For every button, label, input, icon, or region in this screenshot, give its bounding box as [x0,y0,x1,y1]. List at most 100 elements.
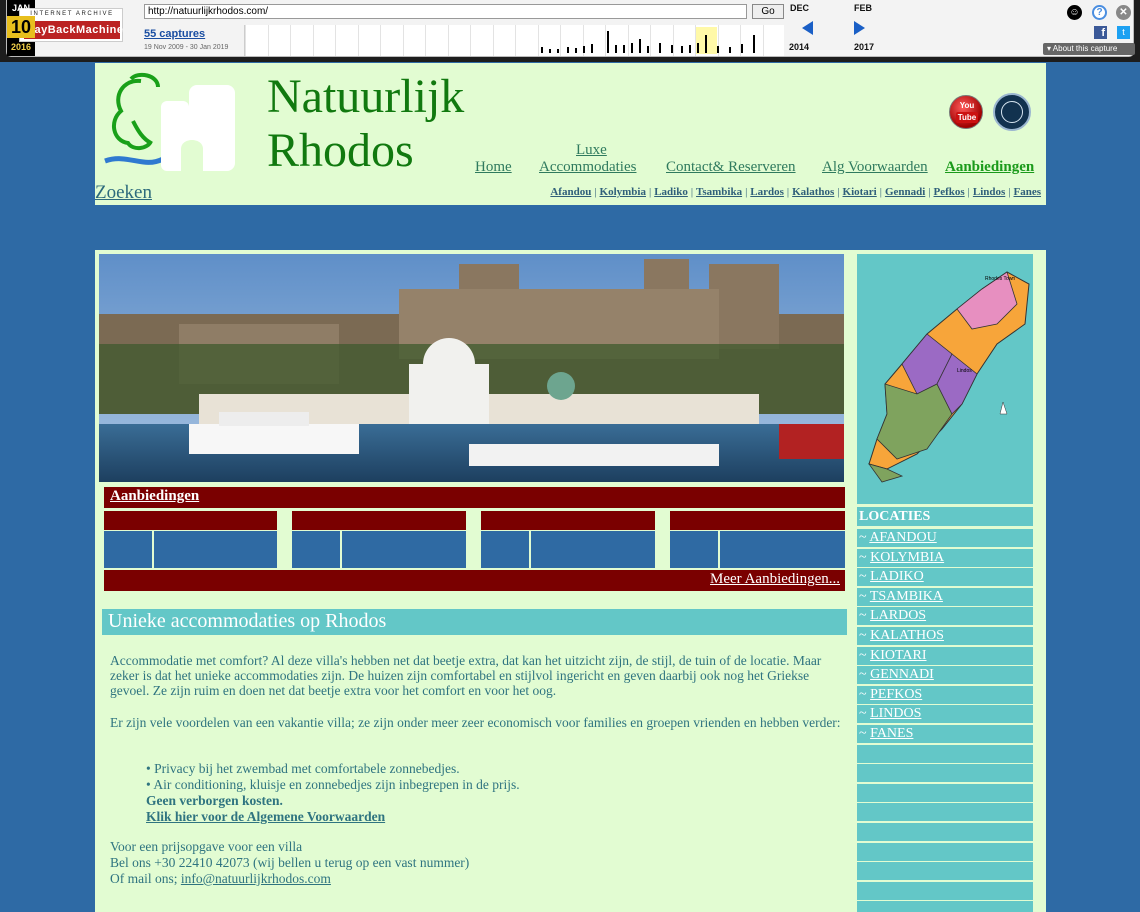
sparkline-gridline [470,25,471,56]
sidebar-item-ladiko[interactable]: ~ LADIKO [857,568,1033,586]
sidebar-item-lindos[interactable]: ~ LINDOS [857,705,1033,723]
subnav-separator: | [967,186,970,198]
subnav-link-ladiko[interactable]: Ladiko [654,186,688,198]
prev-capture-arrow-icon[interactable] [802,21,813,35]
sidebar-item-label: KOLYMBIA [870,550,945,565]
subnav-link-kalathos[interactable]: Kalathos [792,186,834,198]
meer-aanbiedingen-bar: Meer Aanbiedingen... [104,570,845,591]
subnav-link-tsambika[interactable]: Tsambika [696,186,742,198]
meer-aanbiedingen-link[interactable]: Meer Aanbiedingen... [710,571,840,588]
offer-header-4 [670,511,845,530]
sidebar-empty-row [857,745,1033,763]
sidebar-item-label: LARDOS [870,608,927,623]
offer-divider [340,531,342,568]
offer-card-2[interactable] [292,531,466,568]
facebook-icon[interactable]: f [1094,26,1107,39]
sparkline-gridline [290,25,291,56]
wayback-logo-bottom: WayBackMachine [24,21,123,39]
offer-card-1[interactable] [104,531,277,568]
section-heading-bar: Unieke accommodaties op Rhodos [102,609,847,635]
subnav-separator: | [594,186,597,198]
sidebar-item-prefix: ~ [859,569,871,584]
nav-accommodaties-link[interactable]: Accommodaties [539,159,636,176]
wayback-sparkline[interactable] [244,25,784,56]
wayback-prev-month[interactable]: DEC [790,3,809,13]
sparkline-gridline [267,25,269,56]
subnav-separator: | [690,186,694,198]
sparkline-tick [681,46,683,53]
about-capture-button[interactable]: ▾ About this capture [1043,43,1135,55]
terms-link[interactable]: Klik hier voor de Algemene Voorwaarden [146,809,881,824]
sidebar-item-tsambika[interactable]: ~ TSAMBIKA [857,588,1033,606]
rhodes-map-image[interactable]: Rhodes Town Lindos [857,254,1033,504]
email-link[interactable]: info@natuurlijkrhodos.com [181,871,331,886]
close-icon[interactable]: ✕ [1116,5,1131,20]
subnav-link-gennadi[interactable]: Gennadi [885,186,925,198]
subnav-link-kiotari[interactable]: Kiotari [843,186,877,198]
sparkline-tick [689,45,691,53]
locaties-heading: LOCATIES [857,507,1033,526]
sparkline-gridline [492,25,494,56]
nav-contact-link[interactable]: Contact& Reserveren [666,159,796,176]
sidebar-item-fanes[interactable]: ~ FANES [857,725,1033,743]
sidebar-item-kolymbia[interactable]: ~ KOLYMBIA [857,549,1033,567]
user-icon[interactable]: ☺ [1067,5,1082,20]
sidebar-item-prefix: ~ [859,628,871,643]
sidebar-item-label: LINDOS [870,706,922,721]
sparkline-gridline [425,25,426,56]
sidebar-item-gennadi[interactable]: ~ GENNADI [857,666,1033,684]
offer-card-3[interactable] [481,531,655,568]
offer-header-2 [292,511,466,530]
subnav-link-lindos[interactable]: Lindos [973,186,1005,198]
sparkline-tick [575,48,577,53]
sidebar-item-lardos[interactable]: ~ LARDOS [857,607,1033,625]
main-content: Aanbiedingen Meer Aanbiedingen... Unieke… [95,250,1046,912]
subnav-link-fanes[interactable]: Fanes [1014,186,1042,198]
sparkline-gridline [402,25,404,56]
benefits-paragraph: Er zijn vele voordelen van een vakantie … [110,715,841,730]
nav-alg-voorwaarden-link[interactable]: Alg Voorwaarden [822,159,928,176]
zoeken-link[interactable]: Zoeken [95,182,152,204]
next-capture-arrow-icon[interactable] [854,21,865,35]
offer-divider [152,531,154,568]
nav-home-link[interactable]: Home [475,159,512,176]
no-hidden-costs: Geen verborgen kosten. [146,793,283,808]
sparkline-tick [647,46,649,53]
aanbiedingen-title-link[interactable]: Aanbiedingen [110,488,199,505]
nav-aanbiedingen-link[interactable]: Aanbiedingen [945,159,1034,176]
sidebar-empty-row [857,803,1033,821]
wayback-captures-link[interactable]: 55 captures [144,28,205,40]
subnav-link-afandou[interactable]: Afandou [550,186,591,198]
section-heading: Unieke accommodaties op Rhodos [108,610,387,632]
sidebar-item-label: KIOTARI [870,648,927,663]
sidebar-item-pefkos[interactable]: ~ PEFKOS [857,686,1033,704]
sparkline-tick [753,35,755,53]
offer-header-3 [481,511,655,530]
sidebar-empty-row [857,901,1033,912]
hero-harbour-photo [99,254,844,482]
subnav-link-lardos[interactable]: Lardos [750,186,784,198]
offer-card-4[interactable] [670,531,845,568]
sidebar-item-kalathos[interactable]: ~ KALATHOS [857,627,1033,645]
wayback-next-year[interactable]: 2017 [854,42,874,52]
nav-luxe-link[interactable]: Luxe [576,142,607,159]
sparkline-tick [659,43,661,53]
sidebar-item-kiotari[interactable]: ~ KIOTARI [857,647,1033,665]
wayback-go-button[interactable]: Go [752,4,784,19]
map-label-lindos: Lindos [957,368,972,374]
sidebar-empty-row [857,882,1033,900]
wayback-next-month[interactable]: FEB [854,3,872,13]
subnav-link-pefkos[interactable]: Pefkos [934,186,965,198]
wayback-logo-top: INTERNET ARCHIVE [30,11,114,17]
sidebar-item-afandou[interactable]: ~ AFANDOU [857,529,1033,547]
help-icon[interactable]: ? [1092,5,1107,20]
sparkline-tick [623,45,625,53]
wayback-prev-year[interactable]: 2014 [789,42,809,52]
sidebar-item-prefix: ~ [859,667,871,682]
wayback-url-input[interactable]: http://natuurlijkrhodos.com/ [144,4,747,19]
twitter-icon[interactable]: t [1117,26,1130,39]
sparkline-tick [615,45,617,53]
sidebar-item-label: GENNADI [870,667,934,682]
contact-line-2: Bel ons +30 22410 42073 (wij bellen u te… [110,855,470,870]
subnav-link-kolymbia[interactable]: Kolymbia [600,186,646,198]
